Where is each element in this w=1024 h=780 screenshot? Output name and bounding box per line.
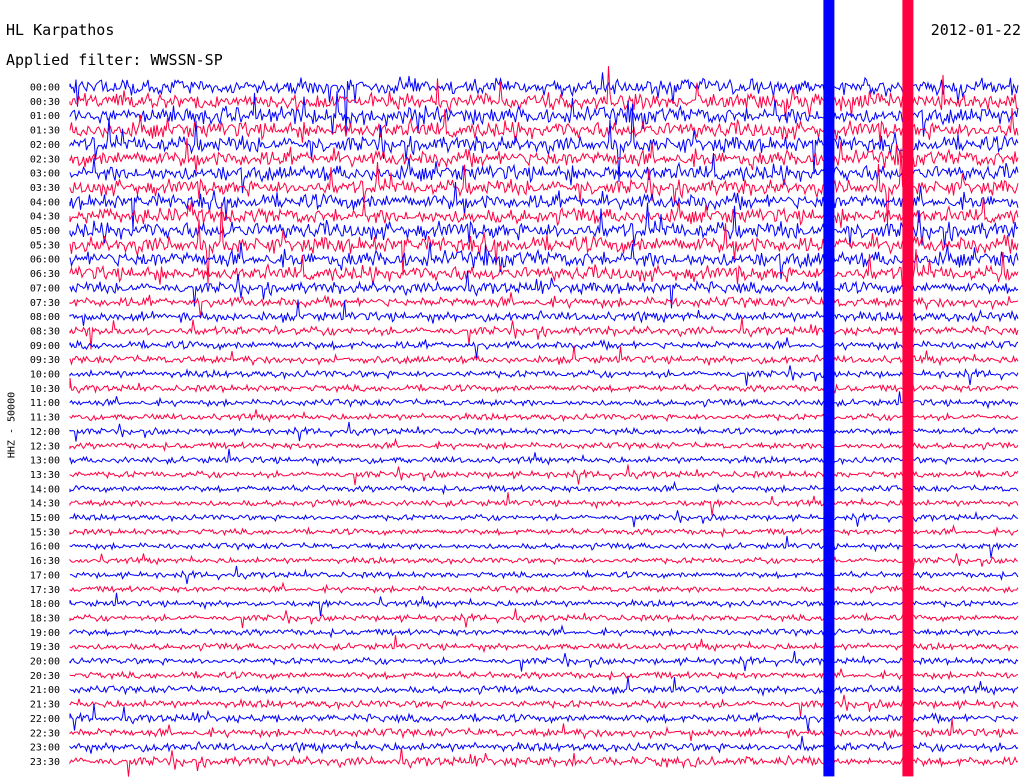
time-tick-label: 06:00 [30,255,60,266]
trace-line-18:00 [69,592,1019,616]
time-tick-label: 01:00 [30,111,60,122]
trace-line-21:30 [69,694,1019,717]
trace-line-13:30 [69,464,1019,486]
time-tick-label: 04:00 [30,197,60,208]
time-tick-label: 10:00 [30,370,60,381]
time-tick-label: 21:30 [30,700,60,711]
trace-line-14:30 [69,492,1019,516]
time-tick-label: 07:30 [30,298,60,309]
trace-line-20:30 [69,668,1019,681]
time-tick-label: 20:00 [30,657,60,668]
event-teleseismic-b [902,0,914,777]
time-tick-label: 01:30 [30,126,60,137]
time-tick-label: 13:00 [30,456,60,467]
time-tick-label: 00:00 [30,83,60,94]
trace-line-15:30 [69,524,1019,538]
time-tick-label: 03:30 [30,183,60,194]
trace-line-12:30 [69,437,1019,453]
trace-line-22:30 [69,717,1019,741]
time-tick-label: 23:30 [30,757,60,768]
trace-line-21:00 [69,676,1019,698]
time-tick-label: 16:30 [30,556,60,567]
channel-label: HHZ - 50000 [6,391,18,459]
trace-line-10:30 [69,378,1019,394]
trace-line-16:00 [69,535,1019,558]
event-teleseismic-a [823,0,835,777]
trace-line-11:30 [69,409,1019,423]
time-tick-label: 18:30 [30,613,60,624]
trace-line-17:30 [69,581,1019,595]
trace-line-18:30 [69,608,1019,629]
time-tick-label: 19:30 [30,642,60,653]
time-tick-label: 15:30 [30,527,60,538]
time-tick-label: 08:00 [30,312,60,323]
time-tick-label: 20:30 [30,671,60,682]
helicorder-chart: 00:00 00:30 01:00 01:30 02:00 02:30 03:00 03:30… [0,0,1024,780]
trace-line-15:00 [69,508,1019,528]
time-tick-label: 11:00 [30,398,60,409]
trace-line-14:00 [69,480,1019,496]
trace-line-11:00 [69,391,1019,410]
time-tick-label: 15:00 [30,513,60,524]
time-tick-label: 06:30 [30,269,60,280]
time-tick-label: 18:00 [30,599,60,610]
trace-line-09:30 [69,345,1019,367]
time-tick-label: 19:00 [30,628,60,639]
time-tick-label: 22:00 [30,714,60,725]
time-tick-label: 05:00 [30,226,60,237]
trace-line-20:00 [69,651,1019,672]
station-title: HL Karpathos [6,21,115,39]
time-tick-label: 17:00 [30,570,60,581]
time-tick-label: 22:30 [30,728,60,739]
seismogram-plot: 00:00 00:30 01:00 01:30 02:00 02:30 03:00 03:30… [30,0,1019,777]
time-tick-label: 05:30 [30,240,60,251]
trace-line-19:00 [69,624,1019,639]
time-tick-label: 13:30 [30,470,60,481]
trace-line-12:00 [69,421,1019,442]
trace-line-07:30 [69,290,1019,319]
time-tick-label: 10:30 [30,384,60,395]
time-tick-label: 09:00 [30,341,60,352]
time-tick-label: 09:30 [30,355,60,366]
trace-line-10:00 [69,365,1019,386]
trace-line-17:00 [69,565,1019,585]
time-tick-label: 02:00 [30,140,60,151]
time-tick-label: 11:30 [30,413,60,424]
time-tick-label: 12:30 [30,441,60,452]
date-label: 2012-01-22 [930,21,1021,39]
time-tick-label: 02:30 [30,154,60,165]
trace-line-16:30 [69,553,1019,571]
trace-line-13:00 [69,448,1019,467]
time-tick-label: 14:30 [30,499,60,510]
time-tick-label: 04:30 [30,212,60,223]
time-tick-label: 07:00 [30,283,60,294]
time-tick-label: 00:30 [30,97,60,108]
trace-line-22:00 [69,703,1019,732]
trace-line-09:00 [69,337,1019,359]
time-tick-label: 14:00 [30,484,60,495]
time-tick-label: 08:30 [30,326,60,337]
time-tick-label: 21:00 [30,685,60,696]
filter-label: Applied filter: WWSSN-SP [6,51,223,69]
trace-line-23:00 [69,735,1019,755]
time-tick-label: 12:00 [30,427,60,438]
trace-line-23:30 [69,747,1019,777]
trace-line-19:30 [69,635,1019,654]
time-tick-label: 16:00 [30,542,60,553]
time-tick-label: 23:00 [30,743,60,754]
time-tick-label: 17:30 [30,585,60,596]
time-tick-label: 03:00 [30,169,60,180]
